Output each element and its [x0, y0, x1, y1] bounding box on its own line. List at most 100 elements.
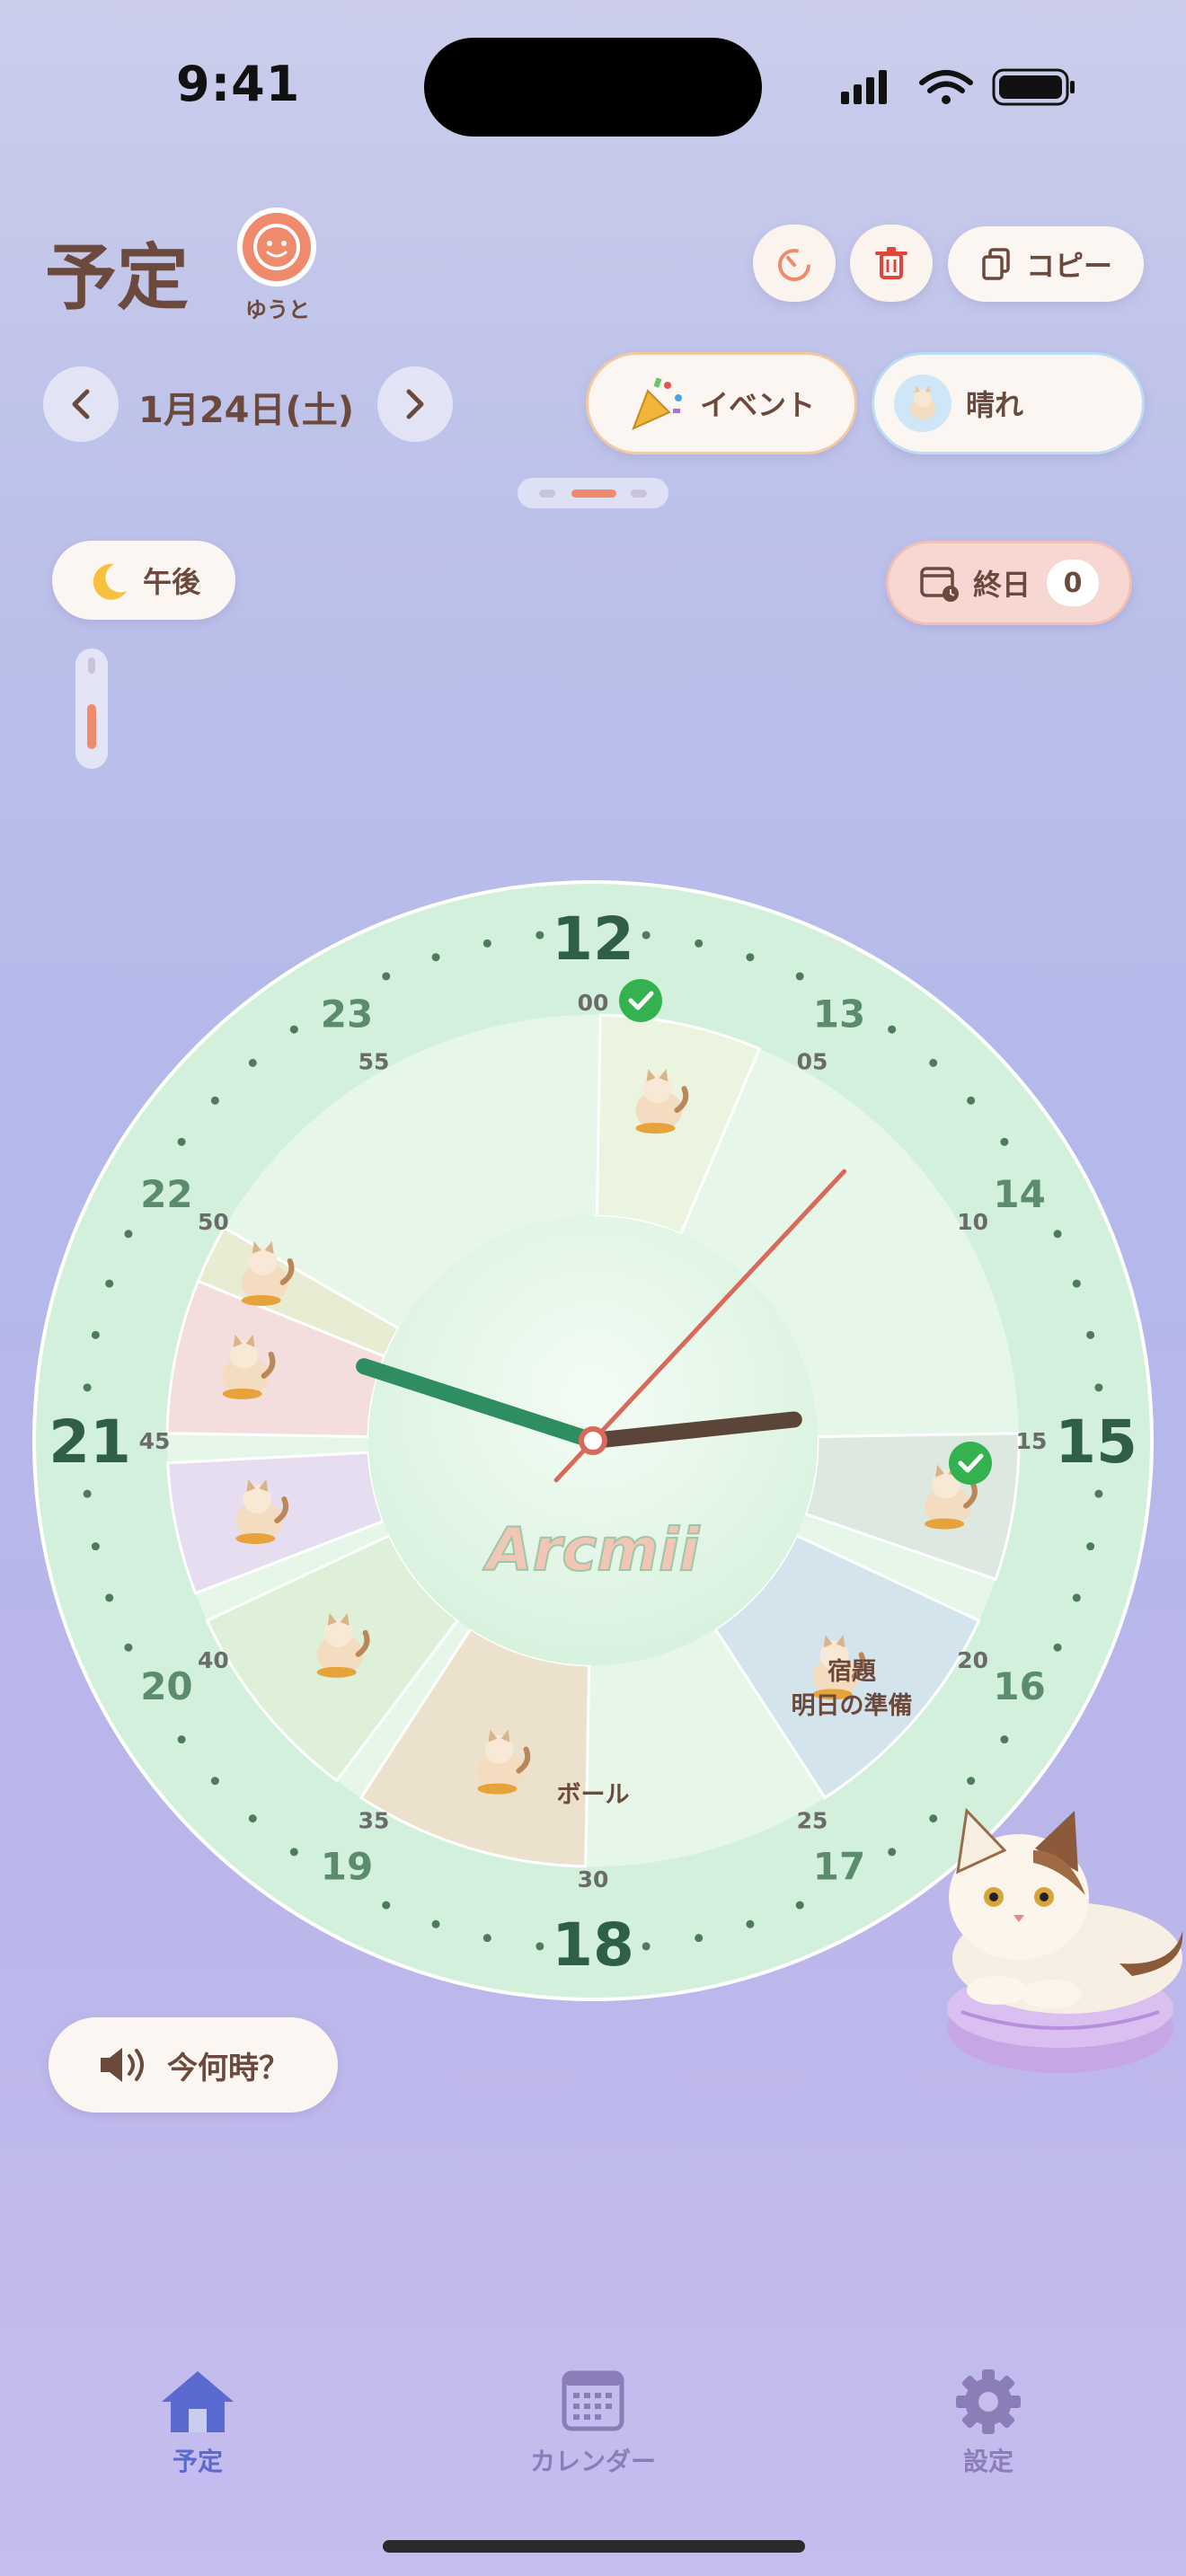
voice-label: 今何時？: [167, 2050, 289, 2086]
minute-label: 45: [139, 1428, 171, 1454]
status-icons: [841, 68, 1075, 106]
minute-tick: [888, 1848, 897, 1857]
moon-icon: [93, 563, 127, 600]
mascot-cat[interactable]: [925, 1796, 1186, 2084]
minute-tick: [248, 1058, 257, 1067]
minute-tick: [1086, 1542, 1095, 1551]
copy-button[interactable]: コピー: [948, 226, 1144, 302]
minute-tick: [1000, 1735, 1009, 1744]
event-label-homework-line1: 宿題: [828, 1657, 877, 1686]
minute-tick: [105, 1593, 114, 1602]
party-popper-icon: [632, 377, 682, 430]
all-day-button[interactable]: 終日 0: [886, 541, 1132, 625]
minute-label: 00: [578, 990, 609, 1016]
hour-label: 21: [49, 1407, 131, 1477]
event-label-ball: ボール: [557, 1781, 630, 1809]
minute-tick: [1094, 1489, 1103, 1498]
minute-tick: [91, 1330, 100, 1339]
voice-time-button[interactable]: 今何時？: [49, 2017, 338, 2113]
chevron-right-icon: [406, 389, 424, 419]
brand-logo: Arcmii: [482, 1515, 701, 1584]
minute-label: 40: [198, 1647, 229, 1673]
tab-settings[interactable]: 設定: [898, 2368, 1078, 2478]
copy-label: コピー: [1025, 249, 1112, 283]
weather-chip[interactable]: 晴れ: [872, 352, 1145, 454]
minute-tick: [1000, 1137, 1009, 1146]
minute-tick: [795, 1901, 804, 1910]
delete-button[interactable]: [850, 225, 933, 302]
minute-tick: [642, 931, 651, 940]
all-day-count: 0: [1047, 560, 1099, 606]
current-date[interactable]: 1月24日(土): [138, 381, 354, 433]
hour-label: 19: [321, 1845, 373, 1889]
event-label-homework-line2: 明日の準備: [792, 1691, 913, 1720]
minute-tick: [382, 1901, 391, 1910]
minute-tick: [967, 1096, 976, 1105]
calendar-clock-icon: [920, 567, 959, 602]
minute-tick: [124, 1230, 133, 1239]
tab-schedule-label: 予定: [172, 2447, 223, 2476]
minute-tick: [105, 1279, 114, 1288]
home-indicator: [383, 2540, 805, 2553]
period-label: 午後: [142, 565, 200, 599]
speaker-icon: [101, 2048, 144, 2082]
wifi-icon: [919, 70, 973, 104]
page-indicator[interactable]: [518, 478, 668, 508]
prev-day-button[interactable]: [43, 366, 119, 442]
minute-label: 10: [957, 1209, 988, 1235]
avatar[interactable]: [237, 207, 316, 287]
hour-label: 16: [993, 1664, 1045, 1708]
minute-tick: [642, 1942, 651, 1951]
minute-tick: [1086, 1330, 1095, 1339]
minute-tick: [746, 953, 755, 962]
hour-label: 13: [813, 992, 865, 1036]
status-time: 9:41: [176, 56, 301, 112]
timer-icon: [778, 249, 810, 281]
hour-label: 17: [813, 1845, 865, 1889]
minute-tick: [1072, 1593, 1081, 1602]
period-toggle[interactable]: 午後: [52, 541, 235, 620]
minute-tick: [535, 1942, 544, 1951]
tab-schedule[interactable]: 予定: [108, 2368, 288, 2478]
gear-icon: [956, 2369, 1021, 2434]
minute-tick: [83, 1383, 92, 1392]
minute-tick: [289, 1025, 298, 1034]
time-scale-slider[interactable]: [75, 648, 108, 769]
minute-label: 35: [358, 1808, 390, 1834]
event-label: イベント: [699, 388, 815, 422]
event-chip[interactable]: イベント: [586, 352, 857, 454]
calendar-icon: [562, 2370, 624, 2431]
hour-label: 12: [552, 904, 634, 974]
home-icon: [162, 2371, 234, 2432]
minute-label: 05: [797, 1048, 828, 1074]
minute-tick: [210, 1096, 219, 1105]
next-day-button[interactable]: [377, 366, 453, 442]
minute-label: 50: [198, 1209, 229, 1235]
minute-tick: [91, 1542, 100, 1551]
minute-label: 25: [797, 1808, 828, 1834]
signal-icon: [841, 70, 887, 104]
minute-label: 20: [957, 1647, 988, 1673]
avatar-name: ゆうと: [245, 297, 310, 322]
tab-settings-label: 設定: [962, 2447, 1013, 2476]
hour-label: 20: [140, 1664, 192, 1708]
hour-label: 23: [321, 992, 373, 1036]
check-icon: [619, 979, 662, 1022]
minute-tick: [695, 1934, 704, 1943]
minute-tick: [177, 1137, 186, 1146]
minute-label: 15: [1016, 1428, 1048, 1454]
minute-label: 55: [358, 1048, 390, 1074]
tab-calendar[interactable]: カレンダー: [503, 2368, 683, 2478]
minute-tick: [177, 1735, 186, 1744]
minute-tick: [795, 972, 804, 981]
timer-button[interactable]: [753, 225, 836, 302]
minute-tick: [210, 1777, 219, 1786]
trash-icon: [875, 247, 907, 279]
hour-label: 22: [140, 1172, 192, 1216]
minute-tick: [482, 1934, 491, 1943]
minute-tick: [888, 1025, 897, 1034]
minute-tick: [929, 1058, 938, 1067]
minute-tick: [382, 972, 391, 981]
all-day-label: 終日: [972, 568, 1031, 602]
minute-label: 30: [578, 1866, 609, 1892]
